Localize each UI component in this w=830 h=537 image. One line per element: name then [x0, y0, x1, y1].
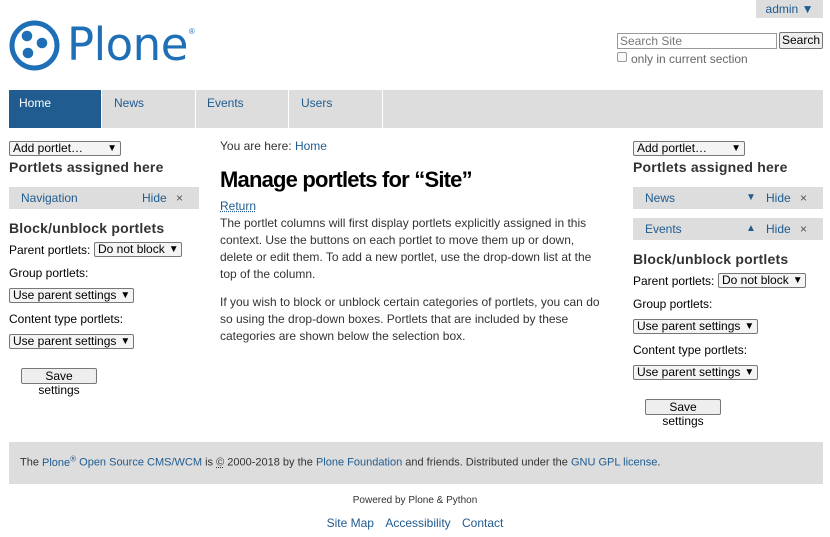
footer-text-5: . — [657, 456, 661, 469]
footer-plone-link[interactable]: Plone® — [42, 454, 77, 469]
site-actions: Site Map Accessibility Contact — [0, 516, 830, 530]
footer-text-3: 2000-2018 by the — [227, 456, 313, 469]
left-add-portlet-label: Add portlet… — [13, 141, 84, 155]
left-portlet-navigation: Navigation Hide × — [9, 187, 199, 209]
remove-events-icon[interactable]: × — [800, 218, 807, 240]
search-input[interactable] — [617, 33, 777, 49]
right-parent-value: Do not block — [722, 273, 789, 287]
hide-events-button[interactable]: Hide — [766, 218, 791, 240]
left-parent-value: Do not block — [98, 242, 165, 256]
footer-reg-mark: ® — [70, 454, 77, 463]
footer-text-4: and friends. Distributed under the — [405, 456, 568, 469]
portlet-name-events[interactable]: Events — [645, 218, 682, 240]
accessibility-link[interactable]: Accessibility — [385, 516, 450, 530]
left-save-settings-button[interactable]: Save settings — [21, 368, 97, 397]
footer-cms-link[interactable]: Open Source CMS/WCM — [79, 457, 202, 469]
right-content-type-label: Content type portlets: — [633, 343, 748, 357]
left-add-portlet-select[interactable]: Add portlet… ▼ — [9, 141, 121, 156]
remove-news-icon[interactable]: × — [800, 187, 807, 209]
footer-text-2: is — [205, 456, 214, 469]
logo-wordmark: Plone — [67, 18, 188, 71]
dropdown-caret-icon: ▼ — [107, 143, 117, 154]
dropdown-caret-icon: ▼ — [731, 143, 741, 154]
site-logo[interactable]: Plone ® — [9, 19, 209, 71]
left-group-label: Group portlets: — [9, 266, 89, 280]
right-add-portlet-label: Add portlet… — [637, 141, 708, 155]
left-group-select[interactable]: Use parent settings ▼ — [9, 288, 134, 303]
nav-tab-users[interactable]: Users — [291, 90, 383, 128]
right-block-heading: Block/unblock portlets — [633, 251, 789, 267]
search-button[interactable]: Search — [779, 32, 823, 49]
portlet-name-news[interactable]: News — [645, 187, 675, 209]
page-title: Manage portlets for “Site” — [220, 167, 473, 192]
powered-by: Powered by Plone & Python — [352, 495, 478, 506]
left-block-heading: Block/unblock portlets — [9, 220, 165, 236]
main-navigation: Home News Events Users — [9, 90, 823, 128]
left-parent-label: Parent portlets: — [9, 243, 91, 257]
dropdown-caret-icon: ▼ — [120, 290, 131, 301]
right-portlet-news: News ▼ Hide × — [633, 187, 823, 209]
footer-license-link[interactable]: GNU GPL license — [571, 457, 657, 469]
dropdown-caret-icon: ▼ — [744, 367, 755, 378]
dropdown-caret-icon: ▼ — [744, 321, 755, 332]
breadcrumb-prefix: You are here: — [220, 139, 292, 153]
block-info-paragraph: If you wish to block or unblock certain … — [220, 295, 600, 343]
footer-foundation-link[interactable]: Plone Foundation — [316, 457, 402, 469]
user-menu[interactable]: admin ▼ — [756, 0, 823, 18]
right-save-settings-button[interactable]: Save settings — [645, 399, 721, 428]
breadcrumb: You are here: Home — [220, 139, 327, 153]
dropdown-caret-icon: ▼ — [120, 336, 131, 347]
nav-tab-news[interactable]: News — [104, 90, 196, 128]
left-content-type-value: Use parent settings — [13, 334, 117, 348]
logo-registered-mark: ® — [188, 26, 195, 36]
nav-tab-events[interactable]: Events — [197, 90, 289, 128]
hide-news-button[interactable]: Hide — [766, 187, 791, 209]
hide-navigation-button[interactable]: Hide — [142, 187, 167, 209]
footer-text-1: The — [20, 456, 39, 469]
current-section-checkbox[interactable] — [617, 52, 627, 62]
right-assigned-heading: Portlets assigned here — [633, 159, 788, 175]
right-group-value: Use parent settings — [637, 319, 741, 333]
right-portlet-events: Events ▲ Hide × — [633, 218, 823, 240]
move-up-events-icon[interactable]: ▲ — [746, 218, 756, 240]
right-add-portlet-select[interactable]: Add portlet… ▼ — [633, 141, 745, 156]
portlet-name-navigation[interactable]: Navigation — [21, 187, 78, 209]
left-group-value: Use parent settings — [13, 288, 117, 302]
right-content-type-select[interactable]: Use parent settings ▼ — [633, 365, 758, 380]
site-map-link[interactable]: Site Map — [327, 516, 374, 530]
return-link[interactable]: Return — [220, 199, 256, 213]
dropdown-caret-icon: ▼ — [168, 244, 179, 255]
footer-copyright-mark: © — [216, 456, 225, 469]
breadcrumb-home-link[interactable]: Home — [295, 139, 327, 153]
contact-link[interactable]: Contact — [462, 516, 503, 530]
footer-plone-text: Plone — [42, 456, 71, 469]
right-group-select[interactable]: Use parent settings ▼ — [633, 319, 758, 334]
left-parent-select[interactable]: Do not block ▼ — [94, 242, 182, 257]
left-content-type-label: Content type portlets: — [9, 312, 124, 326]
nav-tab-home[interactable]: Home — [9, 90, 102, 128]
right-content-type-value: Use parent settings — [637, 365, 741, 379]
current-section-label: only in current section — [631, 52, 748, 66]
left-content-type-select[interactable]: Use parent settings ▼ — [9, 334, 134, 349]
right-parent-label: Parent portlets: — [633, 274, 715, 288]
site-footer: The Plone® Open Source CMS/WCM is © 2000… — [9, 442, 823, 484]
left-assigned-heading: Portlets assigned here — [9, 159, 164, 175]
plone-logo-icon — [9, 20, 60, 70]
dropdown-caret-icon: ▼ — [792, 275, 803, 286]
move-down-news-icon[interactable]: ▼ — [746, 187, 756, 209]
right-parent-select[interactable]: Do not block ▼ — [718, 273, 806, 288]
remove-navigation-icon[interactable]: × — [176, 187, 183, 209]
intro-paragraph: The portlet columns will first display p… — [220, 216, 592, 281]
right-group-label: Group portlets: — [633, 297, 713, 311]
